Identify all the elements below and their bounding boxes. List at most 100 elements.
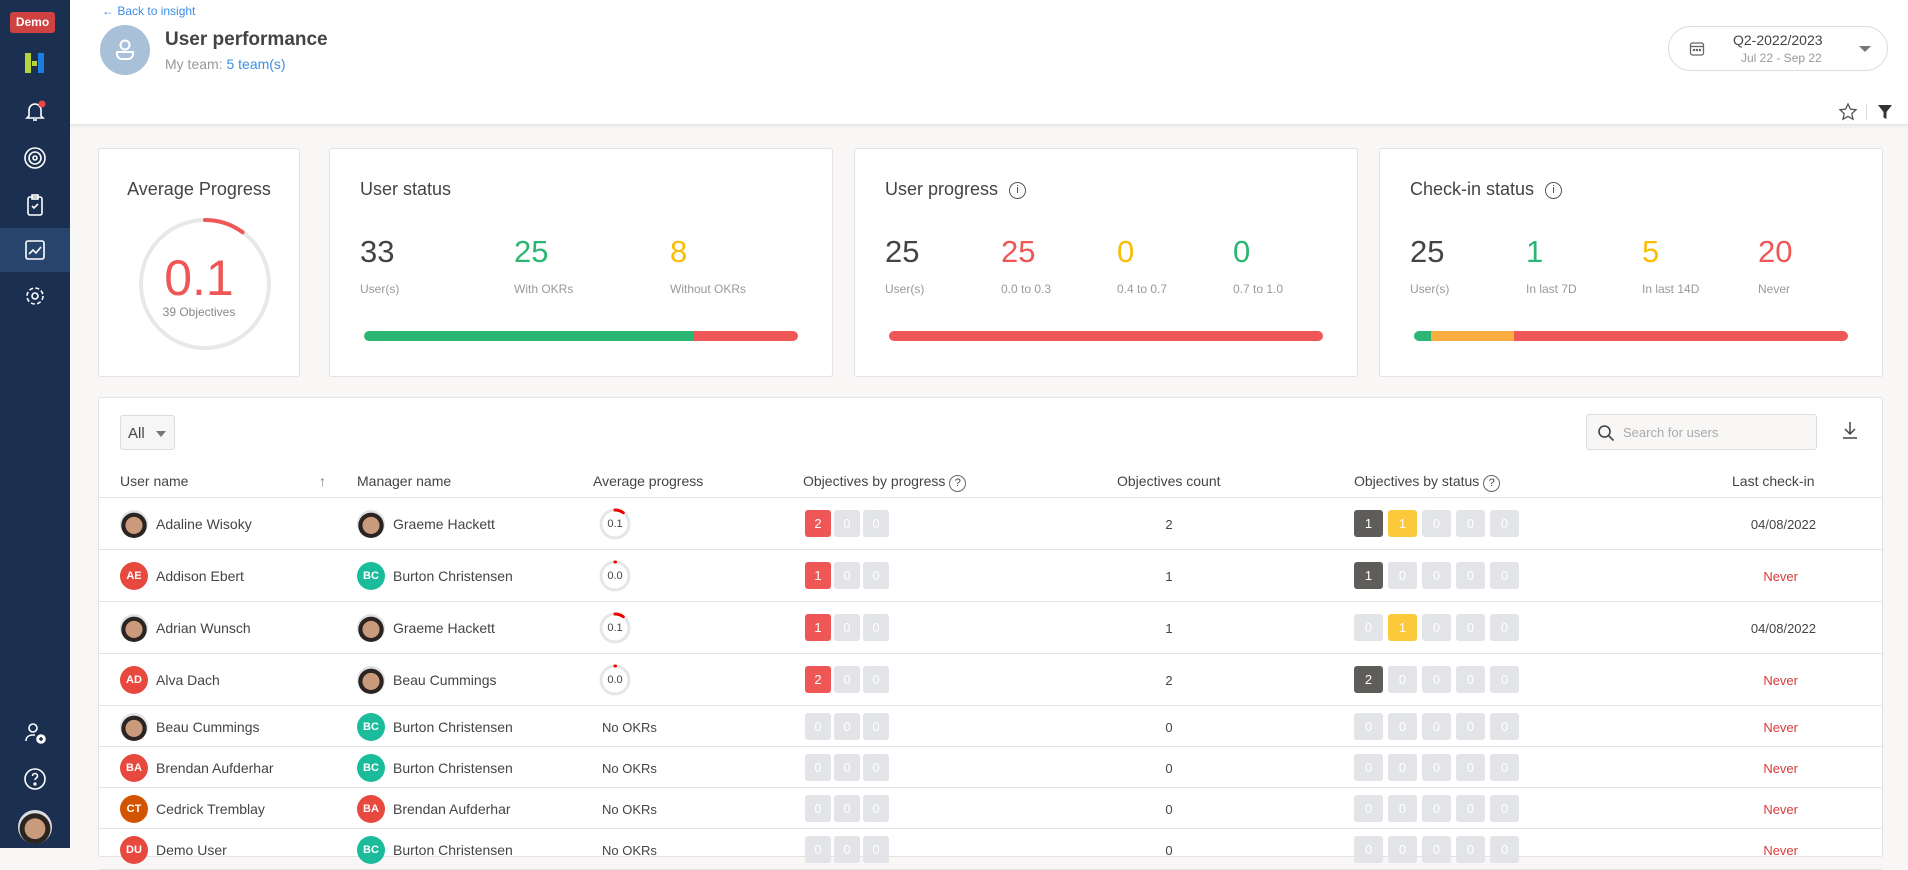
filter-select[interactable]: All bbox=[120, 415, 175, 450]
status-count-box[interactable]: 0 bbox=[1354, 712, 1383, 740]
status-count-box[interactable]: 0 bbox=[1490, 562, 1519, 589]
status-count-box[interactable]: 0 bbox=[1422, 510, 1451, 537]
table-row[interactable]: Adrian Wunsch Graeme Hackett 0.1 1 0 0 1 0 1 0 0 0 0… bbox=[99, 602, 1882, 654]
progress-count-box[interactable]: 0 bbox=[834, 712, 860, 740]
help-icon[interactable]: ? bbox=[1483, 475, 1501, 492]
progress-count-box[interactable]: 0 bbox=[834, 510, 860, 537]
filter-icon[interactable] bbox=[1876, 103, 1894, 121]
status-count-box[interactable]: 1 bbox=[1354, 562, 1383, 589]
logo-icon[interactable] bbox=[22, 50, 48, 76]
status-count-box[interactable]: 0 bbox=[1456, 562, 1485, 589]
col-user-name[interactable]: User name bbox=[120, 473, 188, 489]
status-count-box[interactable]: 0 bbox=[1388, 712, 1417, 740]
table-row[interactable]: AE Addison Ebert BC Burton Christensen 0.0 1 0… bbox=[99, 550, 1882, 602]
status-count-box[interactable]: 0 bbox=[1388, 753, 1417, 781]
status-count-box[interactable]: 0 bbox=[1388, 835, 1417, 863]
progress-count-box[interactable]: 0 bbox=[863, 666, 889, 693]
progress-count-box[interactable]: 2 bbox=[805, 510, 831, 537]
status-count-box[interactable]: 0 bbox=[1490, 794, 1519, 822]
status-count-box[interactable]: 0 bbox=[1456, 794, 1485, 822]
status-count-box[interactable]: 0 bbox=[1422, 614, 1451, 641]
progress-count-box[interactable]: 0 bbox=[863, 753, 889, 781]
user-name[interactable]: Brendan Aufderhar bbox=[156, 760, 274, 776]
status-count-box[interactable]: 0 bbox=[1456, 712, 1485, 740]
team-link[interactable]: 5 team(s) bbox=[226, 56, 285, 72]
status-count-box[interactable]: 0 bbox=[1490, 753, 1519, 781]
progress-count-box[interactable]: 0 bbox=[834, 835, 860, 863]
info-icon[interactable]: i bbox=[1009, 182, 1027, 199]
table-row[interactable]: DU Demo User BC Burton Christensen No OKRs 0 0… bbox=[99, 829, 1882, 870]
bell-icon[interactable] bbox=[22, 98, 48, 124]
clipboard-icon[interactable] bbox=[22, 192, 48, 218]
status-count-box[interactable]: 1 bbox=[1354, 510, 1383, 537]
progress-count-box[interactable]: 0 bbox=[863, 510, 889, 537]
status-count-box[interactable]: 0 bbox=[1388, 666, 1417, 693]
user-name[interactable]: Demo User bbox=[156, 842, 227, 858]
progress-count-box[interactable]: 0 bbox=[805, 753, 831, 781]
progress-count-box[interactable]: 2 bbox=[805, 666, 831, 693]
status-count-box[interactable]: 0 bbox=[1422, 753, 1451, 781]
user-name[interactable]: Adrian Wunsch bbox=[156, 620, 251, 636]
status-count-box[interactable]: 0 bbox=[1422, 794, 1451, 822]
download-icon[interactable] bbox=[1841, 420, 1859, 440]
progress-count-box[interactable]: 0 bbox=[834, 753, 860, 781]
progress-count-box[interactable]: 0 bbox=[834, 666, 860, 693]
avatar[interactable] bbox=[18, 810, 52, 844]
status-count-box[interactable]: 0 bbox=[1456, 614, 1485, 641]
status-count-box[interactable]: 0 bbox=[1422, 835, 1451, 863]
progress-count-box[interactable]: 0 bbox=[834, 614, 860, 641]
progress-count-box[interactable]: 0 bbox=[805, 712, 831, 740]
info-icon[interactable]: i bbox=[1545, 182, 1563, 199]
status-count-box[interactable]: 0 bbox=[1490, 712, 1519, 740]
table-row[interactable]: Adaline Wisoky Graeme Hackett 0.1 2 0 0 2 1 1 0 0 0… bbox=[99, 498, 1882, 550]
status-count-box[interactable]: 0 bbox=[1354, 753, 1383, 781]
status-count-box[interactable]: 1 bbox=[1388, 614, 1417, 641]
star-icon[interactable] bbox=[1838, 102, 1858, 122]
status-count-box[interactable]: 0 bbox=[1422, 712, 1451, 740]
status-count-box[interactable]: 0 bbox=[1354, 614, 1383, 641]
status-count-box[interactable]: 0 bbox=[1490, 835, 1519, 863]
sort-arrow-up-icon[interactable]: ↑ bbox=[319, 473, 326, 489]
progress-count-box[interactable]: 0 bbox=[863, 794, 889, 822]
status-count-box[interactable]: 2 bbox=[1354, 666, 1383, 693]
status-count-box[interactable]: 0 bbox=[1388, 562, 1417, 589]
chart-icon[interactable] bbox=[22, 237, 48, 263]
progress-count-box[interactable]: 0 bbox=[834, 562, 860, 589]
gear-icon[interactable] bbox=[22, 283, 48, 309]
progress-count-box[interactable]: 1 bbox=[805, 614, 831, 641]
status-count-box[interactable]: 0 bbox=[1422, 666, 1451, 693]
status-count-box[interactable]: 0 bbox=[1422, 562, 1451, 589]
table-row[interactable]: BA Brendan Aufderhar BC Burton Christensen N… bbox=[99, 747, 1882, 788]
progress-count-box[interactable]: 0 bbox=[805, 835, 831, 863]
status-count-box[interactable]: 0 bbox=[1456, 510, 1485, 537]
back-link[interactable]: ← Back to insight bbox=[102, 4, 195, 18]
user-name[interactable]: Alva Dach bbox=[156, 672, 220, 688]
status-count-box[interactable]: 0 bbox=[1354, 794, 1383, 822]
table-row[interactable]: CT Cedrick Tremblay BA Brendan Aufderhar No … bbox=[99, 788, 1882, 829]
user-name[interactable]: Beau Cummings bbox=[156, 719, 260, 735]
progress-count-box[interactable]: 0 bbox=[834, 794, 860, 822]
progress-count-box[interactable]: 0 bbox=[863, 614, 889, 641]
status-count-box[interactable]: 0 bbox=[1354, 835, 1383, 863]
user-name[interactable]: Cedrick Tremblay bbox=[156, 801, 265, 817]
help-icon[interactable] bbox=[22, 766, 48, 792]
period-selector[interactable]: Q2-2022/2023 Jul 22 - Sep 22 bbox=[1668, 26, 1888, 71]
target-icon[interactable] bbox=[22, 145, 48, 171]
status-count-box[interactable]: 1 bbox=[1388, 510, 1417, 537]
user-name[interactable]: Addison Ebert bbox=[156, 568, 244, 584]
help-icon[interactable]: ? bbox=[949, 475, 967, 492]
table-row[interactable]: AD Alva Dach Beau Cummings 0.0 2 0 0 2 2 0 0 0 0 Neve… bbox=[99, 654, 1882, 706]
progress-count-box[interactable]: 0 bbox=[863, 835, 889, 863]
status-count-box[interactable]: 0 bbox=[1388, 794, 1417, 822]
add-user-icon[interactable] bbox=[22, 720, 48, 746]
progress-count-box[interactable]: 0 bbox=[863, 562, 889, 589]
status-count-box[interactable]: 0 bbox=[1456, 753, 1485, 781]
status-count-box[interactable]: 0 bbox=[1456, 835, 1485, 863]
status-count-box[interactable]: 0 bbox=[1490, 510, 1519, 537]
user-name[interactable]: Adaline Wisoky bbox=[156, 516, 252, 532]
search-input[interactable]: Search for users bbox=[1586, 414, 1817, 450]
status-count-box[interactable]: 0 bbox=[1456, 666, 1485, 693]
progress-count-box[interactable]: 1 bbox=[805, 562, 831, 589]
col-manager-name[interactable]: Manager name bbox=[357, 473, 451, 489]
progress-count-box[interactable]: 0 bbox=[805, 794, 831, 822]
